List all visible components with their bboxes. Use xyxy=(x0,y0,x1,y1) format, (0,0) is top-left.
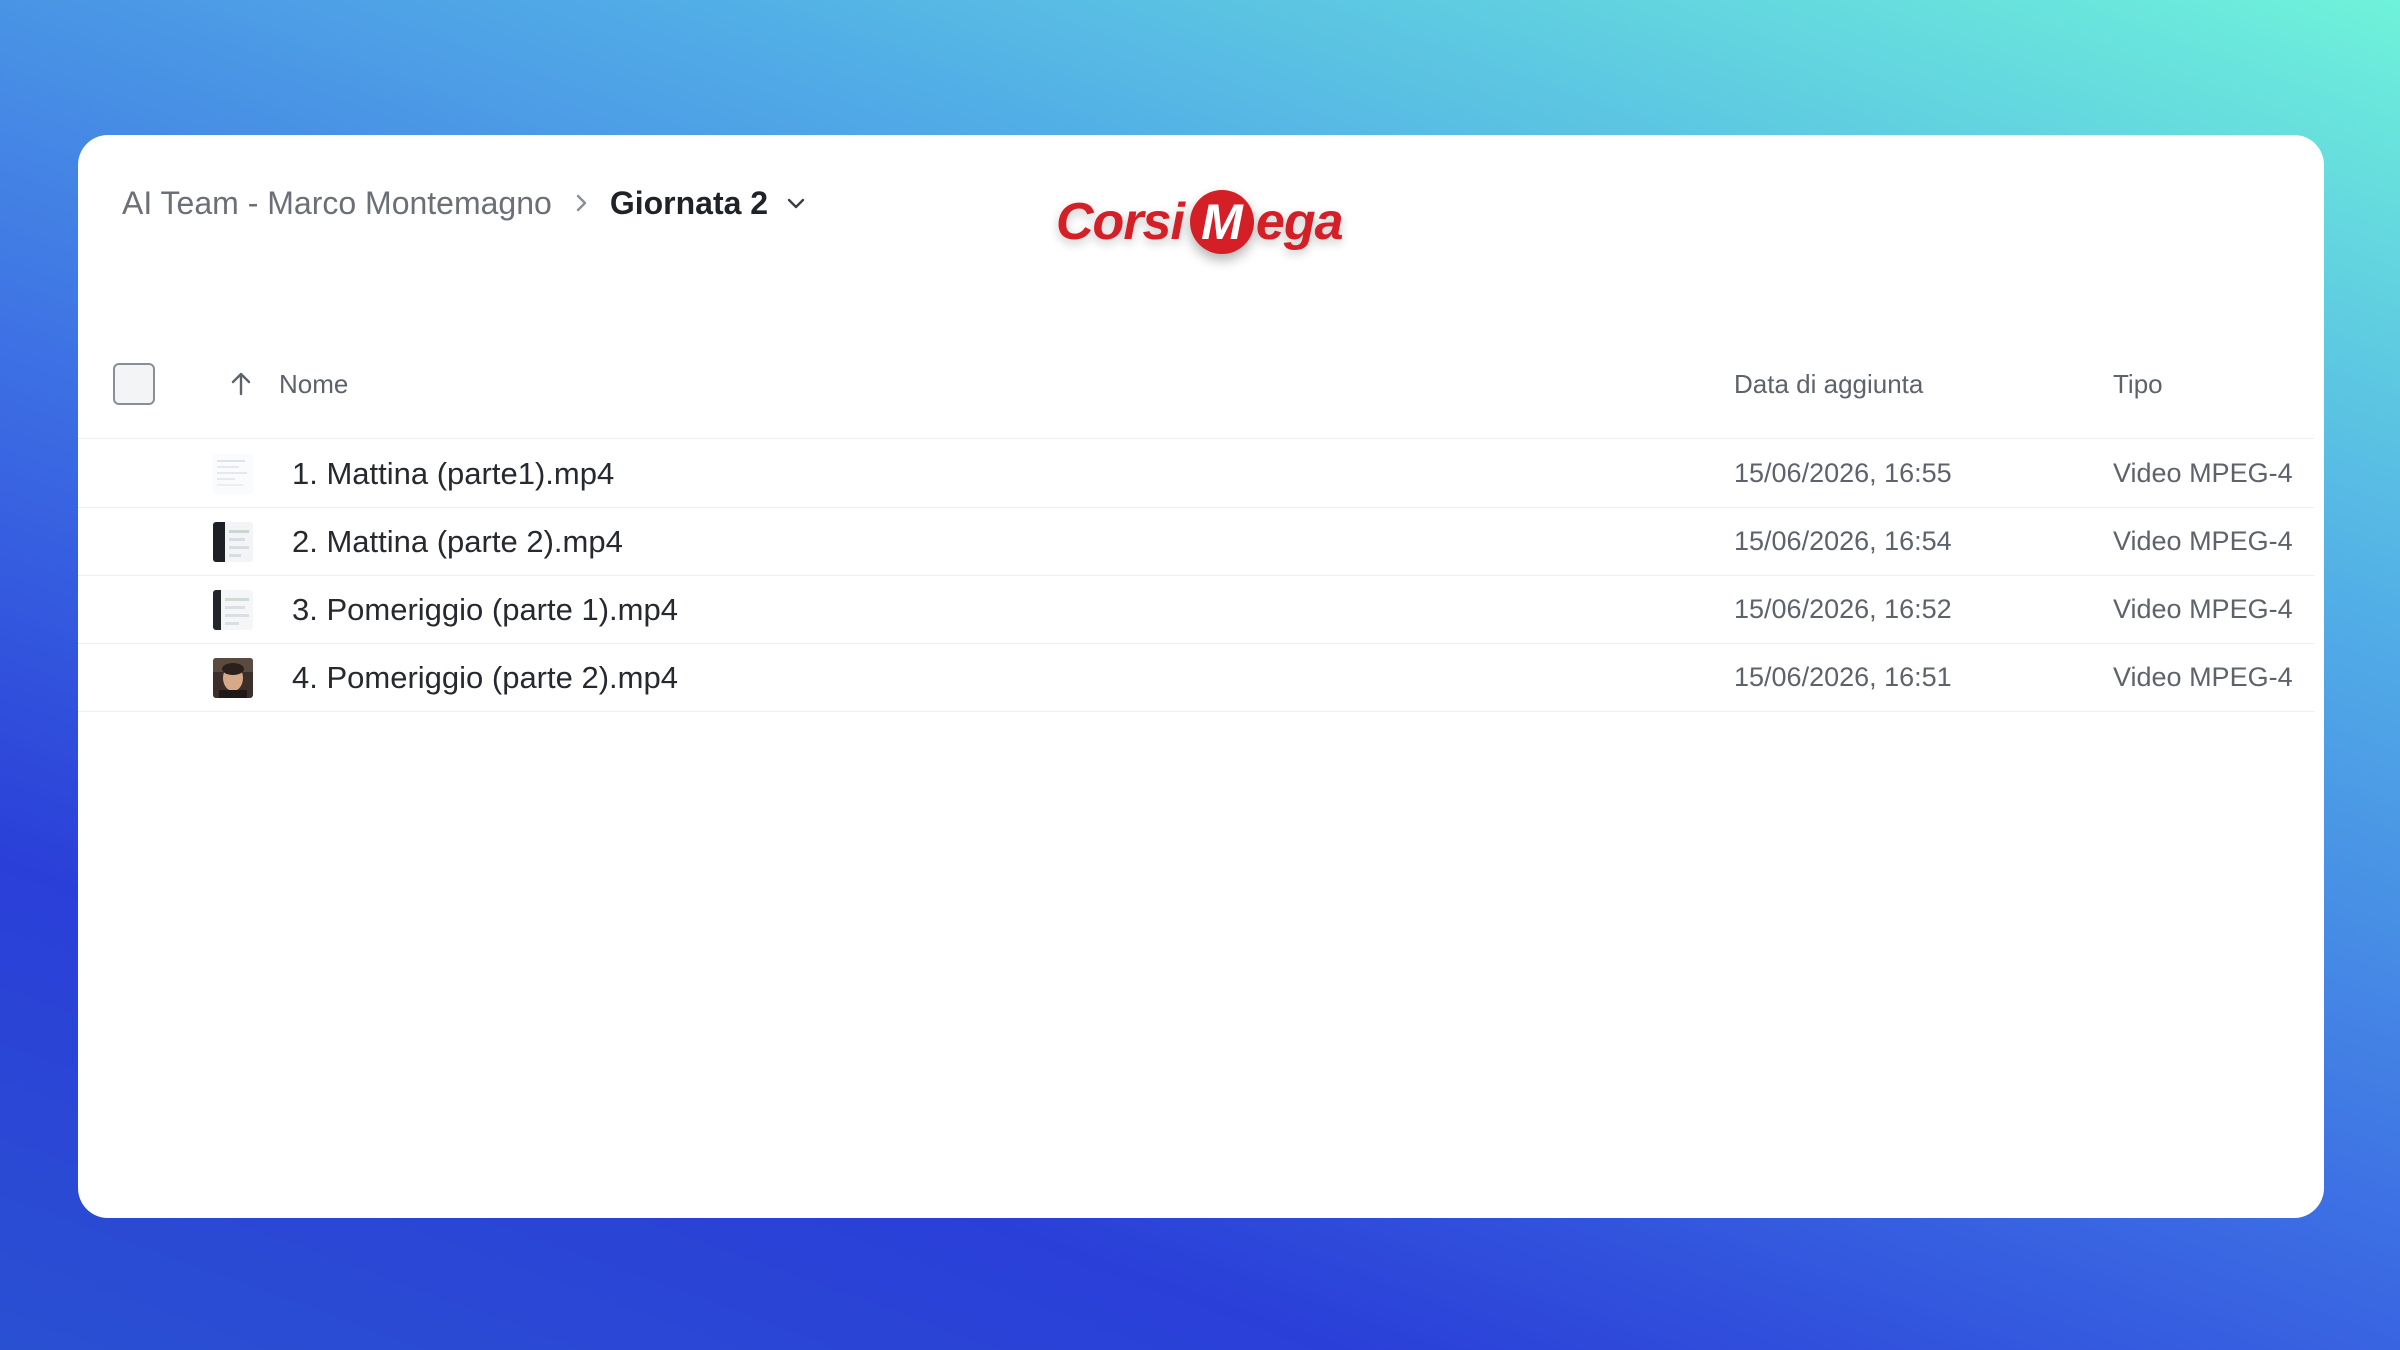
breadcrumb-parent[interactable]: AI Team - Marco Montemagno xyxy=(122,185,552,222)
file-type: Video MPEG-4 xyxy=(2113,458,2293,488)
file-type: Video MPEG-4 xyxy=(2113,526,2293,556)
breadcrumb: AI Team - Marco Montemagno Giornata 2 xyxy=(122,173,808,233)
file-date: 15/06/2026, 16:51 xyxy=(1734,662,1952,692)
column-header-type[interactable]: Tipo xyxy=(2113,369,2163,400)
corsi-mega-logo: Corsi M ega xyxy=(1056,177,1356,267)
select-all-checkbox[interactable] xyxy=(113,363,155,405)
file-list: 1. Mattina (parte1).mp4 15/06/2026, 16:5… xyxy=(78,440,2324,712)
file-name[interactable]: 2. Mattina (parte 2).mp4 xyxy=(292,524,623,560)
table-row[interactable]: 3. Pomeriggio (parte 1).mp4 15/06/2026, … xyxy=(78,576,2314,644)
file-name[interactable]: 4. Pomeriggio (parte 2).mp4 xyxy=(292,660,678,696)
column-header-date[interactable]: Data di aggiunta xyxy=(1734,369,1923,400)
file-date: 15/06/2026, 16:54 xyxy=(1734,526,1952,556)
table-row[interactable]: 4. Pomeriggio (parte 2).mp4 15/06/2026, … xyxy=(78,644,2314,712)
logo-text-before: Corsi xyxy=(1056,193,1185,251)
breadcrumb-current[interactable]: Giornata 2 xyxy=(610,185,768,222)
file-name[interactable]: 1. Mattina (parte1).mp4 xyxy=(292,456,614,492)
table-row[interactable]: 2. Mattina (parte 2).mp4 15/06/2026, 16:… xyxy=(78,508,2314,576)
video-thumbnail-icon xyxy=(213,658,253,698)
table-row[interactable]: 1. Mattina (parte1).mp4 15/06/2026, 16:5… xyxy=(78,440,2314,508)
file-name[interactable]: 3. Pomeriggio (parte 1).mp4 xyxy=(292,592,678,628)
video-thumbnail-icon xyxy=(213,522,253,562)
table-header: Nome Data di aggiunta Tipo xyxy=(78,355,2324,415)
file-date: 15/06/2026, 16:55 xyxy=(1734,458,1952,488)
file-date: 15/06/2026, 16:52 xyxy=(1734,594,1952,624)
logo-badge: M xyxy=(1189,190,1254,254)
chevron-right-icon xyxy=(570,192,592,214)
column-header-name[interactable]: Nome xyxy=(279,369,348,400)
file-browser-window: AI Team - Marco Montemagno Giornata 2 Co… xyxy=(78,135,2324,1218)
chevron-down-icon[interactable] xyxy=(784,191,808,215)
video-thumbnail-icon xyxy=(213,590,253,630)
video-thumbnail-icon xyxy=(213,454,253,494)
header-divider xyxy=(78,438,2314,439)
logo-text-after: ega xyxy=(1255,193,1344,251)
arrow-up-icon[interactable] xyxy=(224,367,258,401)
file-type: Video MPEG-4 xyxy=(2113,594,2293,624)
file-type: Video MPEG-4 xyxy=(2113,662,2293,692)
